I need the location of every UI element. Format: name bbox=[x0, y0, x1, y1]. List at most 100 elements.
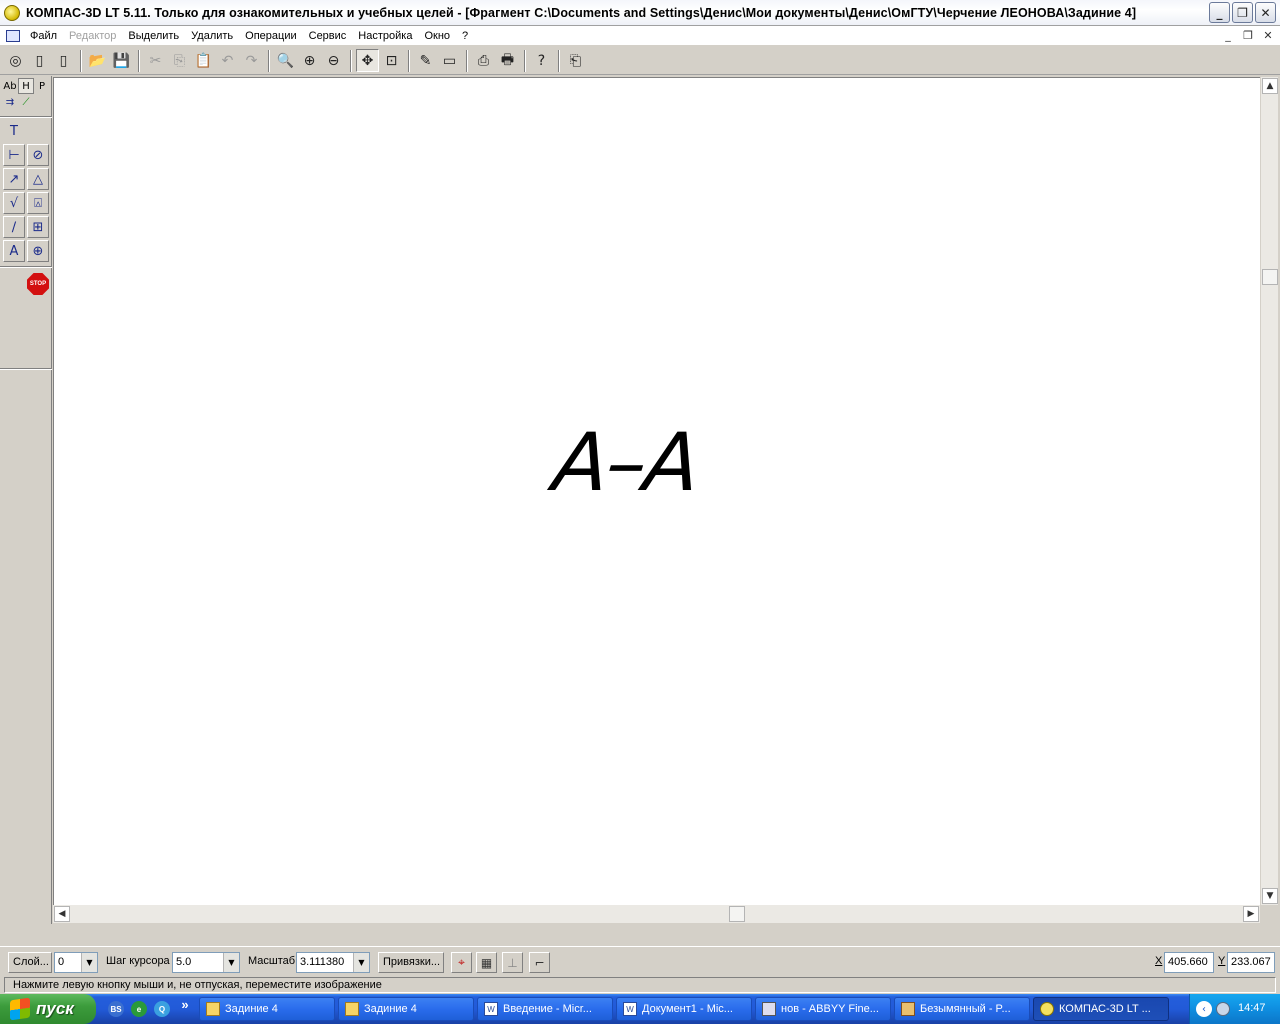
menu-delete[interactable]: Удалить bbox=[185, 26, 239, 46]
system-tray: ‹ 14:47 bbox=[1189, 994, 1280, 1024]
new-sheet-icon[interactable]: ▯ bbox=[28, 49, 51, 72]
minimize-button[interactable]: _ bbox=[1209, 2, 1230, 23]
view-label-icon[interactable]: A bbox=[3, 240, 25, 262]
volume-icon[interactable] bbox=[1216, 1002, 1230, 1016]
task-button-word[interactable]: W Введение - Micr... bbox=[477, 997, 613, 1021]
new-document-icon[interactable]: ▯ bbox=[52, 49, 75, 72]
task-button-word[interactable]: W Документ1 - Mic... bbox=[616, 997, 752, 1021]
zoom-icon[interactable]: 🔍 bbox=[274, 49, 297, 72]
task-button-abbyy[interactable]: нов - ABBYY Fine... bbox=[755, 997, 891, 1021]
doc-close-button[interactable]: ✕ bbox=[1260, 29, 1276, 43]
task-button-folder[interactable]: Задиние 4 bbox=[199, 997, 335, 1021]
stop-icon[interactable]: STOP bbox=[27, 273, 49, 295]
menu-window[interactable]: Окно bbox=[418, 26, 456, 46]
chevron-down-icon[interactable]: ▼ bbox=[223, 953, 239, 972]
menu-editor[interactable]: Редактор bbox=[63, 26, 122, 46]
menu-file[interactable]: Файл bbox=[24, 26, 63, 46]
edit-pen-icon[interactable]: ✎ bbox=[414, 49, 437, 72]
menu-select[interactable]: Выделить bbox=[122, 26, 185, 46]
word-icon: W bbox=[484, 1002, 498, 1016]
radial-dimension-icon[interactable]: ↗ bbox=[3, 168, 25, 190]
menu-operations[interactable]: Операции bbox=[239, 26, 302, 46]
context-help-icon[interactable]: ? bbox=[530, 49, 553, 72]
menu-service[interactable]: Сервис bbox=[303, 26, 353, 46]
leader-line-icon[interactable]: ∕ bbox=[3, 216, 25, 238]
scroll-up-icon[interactable]: ▲ bbox=[1262, 78, 1278, 94]
quicklaunch-overflow-icon[interactable]: » bbox=[178, 996, 192, 1012]
menu-bar: Файл Редактор Выделить Удалить Операции … bbox=[0, 26, 1280, 46]
section-label-text[interactable]: А–А bbox=[549, 416, 702, 509]
start-button[interactable]: пуск bbox=[0, 994, 96, 1024]
frame-icon[interactable]: ▭ bbox=[438, 49, 461, 72]
linear-dimension-icon[interactable]: ⊢ bbox=[3, 144, 25, 166]
toolbar-separator bbox=[138, 49, 140, 72]
document-icon[interactable] bbox=[6, 29, 20, 42]
base-mark-icon[interactable]: ⍓ bbox=[27, 192, 49, 214]
horizontal-scrollbar[interactable]: ◀ ▶ bbox=[53, 905, 1260, 923]
grid-icon[interactable]: ▦ bbox=[476, 952, 497, 973]
snap-settings-icon[interactable]: ⌖ bbox=[451, 952, 472, 973]
text-tool-icon[interactable]: T bbox=[3, 120, 25, 142]
task-button-kompas[interactable]: КОМПАС-3D LT ... bbox=[1033, 997, 1169, 1021]
tab-parameters[interactable]: P bbox=[34, 78, 50, 94]
chevron-down-icon[interactable]: ▼ bbox=[353, 953, 369, 972]
zoom-fit-icon[interactable]: ⊡ bbox=[380, 49, 403, 72]
quicklaunch-q-icon[interactable]: Q bbox=[154, 1001, 170, 1017]
chevron-down-icon[interactable]: ▼ bbox=[81, 953, 97, 972]
snaps-button[interactable]: Привязки... bbox=[378, 952, 444, 973]
word-icon: W bbox=[623, 1002, 637, 1016]
tab-geometry[interactable]: Ab bbox=[2, 78, 18, 94]
local-cs-icon[interactable]: ⊥ bbox=[502, 952, 523, 973]
print-icon[interactable]: 🖶 bbox=[496, 49, 519, 72]
layer-button[interactable]: Слой... bbox=[8, 952, 52, 973]
drawing-canvas[interactable]: А–А bbox=[53, 77, 1260, 905]
tray-expand-icon[interactable]: ‹ bbox=[1196, 1001, 1212, 1017]
exit-icon[interactable]: ⎗ bbox=[564, 49, 587, 72]
scroll-down-icon[interactable]: ▼ bbox=[1262, 888, 1278, 904]
zoom-in-icon[interactable]: ⊕ bbox=[298, 49, 321, 72]
roughness-icon[interactable]: √ bbox=[3, 192, 25, 214]
doc-minimize-button[interactable]: _ bbox=[1220, 29, 1236, 43]
restore-button[interactable]: ❐ bbox=[1232, 2, 1253, 23]
windows-taskbar: пуск BS e Q » Задиние 4 Задиние 4 W Введ… bbox=[0, 994, 1280, 1024]
cut-icon[interactable]: ✂ bbox=[144, 49, 167, 72]
scroll-right-icon[interactable]: ▶ bbox=[1243, 906, 1259, 922]
layer-select[interactable]: 0 ▼ bbox=[54, 952, 98, 973]
paste-icon[interactable]: 📋 bbox=[192, 49, 215, 72]
redo-icon[interactable]: ↷ bbox=[240, 49, 263, 72]
task-button-folder[interactable]: Задиние 4 bbox=[338, 997, 474, 1021]
clock[interactable]: 14:47 bbox=[1238, 1002, 1266, 1014]
tab-edit-icon[interactable]: ⇉ bbox=[2, 94, 18, 110]
x-coordinate-field[interactable]: 405.660 bbox=[1164, 952, 1214, 973]
undo-icon[interactable]: ↶ bbox=[216, 49, 239, 72]
diameter-dimension-icon[interactable]: ⊘ bbox=[27, 144, 49, 166]
scale-select[interactable]: 3.111380 ▼ bbox=[296, 952, 370, 973]
y-coordinate-field[interactable]: 233.067 bbox=[1227, 952, 1275, 973]
kompas-app-icon[interactable] bbox=[4, 4, 20, 21]
open-folder-icon[interactable]: 📂 bbox=[86, 49, 109, 72]
ortho-mode-icon[interactable]: ⌐ bbox=[529, 952, 550, 973]
horizontal-scroll-thumb[interactable] bbox=[729, 906, 745, 922]
copy-icon[interactable]: ⎘ bbox=[168, 49, 191, 72]
vertical-scrollbar[interactable]: ▲ ▼ bbox=[1260, 77, 1278, 905]
pan-icon[interactable]: ✥ bbox=[356, 49, 379, 72]
menu-settings[interactable]: Настройка bbox=[352, 26, 418, 46]
doc-restore-button[interactable]: ❐ bbox=[1240, 29, 1256, 43]
print-preview-icon[interactable]: ⎙ bbox=[472, 49, 495, 72]
menu-help[interactable]: ? bbox=[456, 26, 474, 46]
cursor-step-select[interactable]: 5.0 ▼ bbox=[172, 952, 240, 973]
tab-measure-icon[interactable]: ⟋ bbox=[18, 94, 34, 110]
zoom-out-icon[interactable]: ⊖ bbox=[322, 49, 345, 72]
scroll-left-icon[interactable]: ◀ bbox=[54, 906, 70, 922]
angular-dimension-icon[interactable]: △ bbox=[27, 168, 49, 190]
center-mark-icon[interactable]: ⊕ bbox=[27, 240, 49, 262]
tab-dimensions[interactable]: H bbox=[18, 78, 34, 94]
save-icon[interactable]: 💾 bbox=[110, 49, 133, 72]
quicklaunch-browser-icon[interactable]: e bbox=[131, 1001, 147, 1017]
quicklaunch-bs-icon[interactable]: BS bbox=[108, 1001, 124, 1017]
vertical-scroll-thumb[interactable] bbox=[1262, 269, 1278, 285]
library-icon[interactable]: ◎ bbox=[4, 49, 27, 72]
close-button[interactable]: ✕ bbox=[1255, 2, 1276, 23]
tolerance-icon[interactable]: ⊞ bbox=[27, 216, 49, 238]
task-button-paint[interactable]: Безымянный - P... bbox=[894, 997, 1030, 1021]
